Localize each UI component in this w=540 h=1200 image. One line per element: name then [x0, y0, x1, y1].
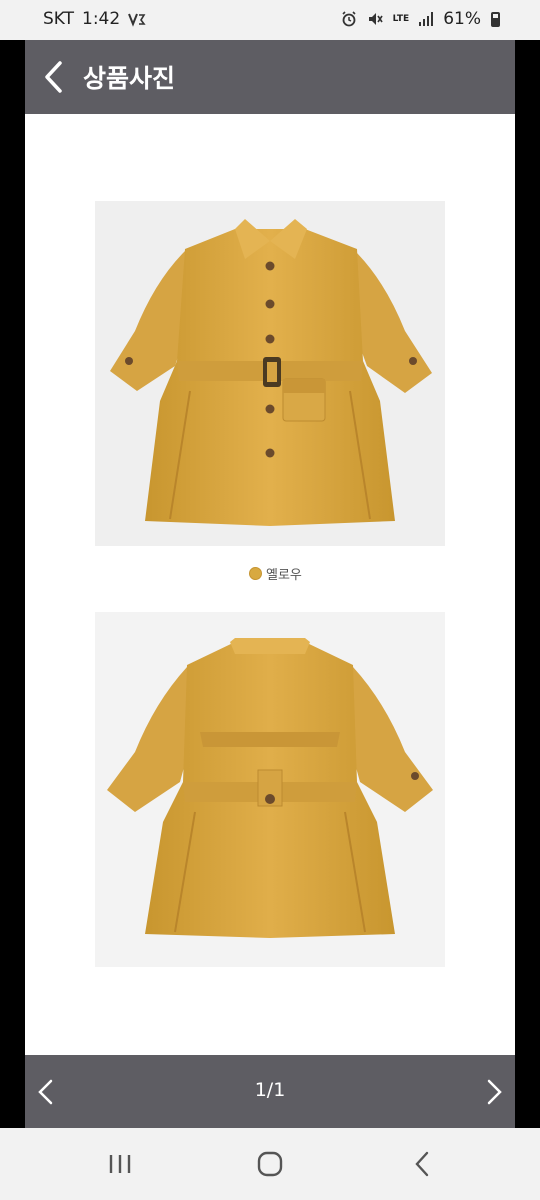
lte-label: LTE	[392, 13, 410, 24]
back-icon	[415, 1151, 429, 1177]
photo-viewer[interactable]: 옐로우	[25, 114, 515, 1055]
status-right: LTE 61%	[341, 9, 500, 29]
alarm-icon	[341, 11, 357, 27]
battery-icon	[491, 11, 500, 27]
photo-pager: 1/1	[25, 1055, 515, 1128]
home-icon	[257, 1151, 283, 1177]
color-option: 옐로우	[249, 564, 302, 583]
product-photo-front	[95, 201, 445, 546]
clock-label: 1:42	[82, 9, 121, 29]
recents-icon	[109, 1155, 131, 1173]
system-back-button[interactable]	[392, 1146, 452, 1182]
right-margin	[515, 40, 540, 1128]
battery-percent: 61%	[443, 9, 481, 29]
chevron-left-icon	[45, 61, 62, 93]
back-button[interactable]	[29, 40, 77, 114]
system-nav-bar	[0, 1128, 540, 1200]
signal-icon	[419, 12, 434, 26]
product-photo-back	[95, 612, 445, 967]
status-bar: SKT 1:42 LTE 61%	[0, 0, 540, 40]
chevron-right-icon	[487, 1079, 502, 1104]
left-margin	[0, 40, 25, 1128]
page-title: 상품사진	[83, 64, 176, 93]
color-swatch	[249, 567, 262, 580]
volte-icon	[128, 11, 146, 27]
color-label: 옐로우	[266, 568, 302, 583]
app-header: 상품사진	[25, 40, 515, 114]
home-button[interactable]	[240, 1146, 300, 1182]
carrier-label: SKT	[43, 9, 75, 29]
page-counter: 1/1	[254, 1079, 286, 1101]
recents-button[interactable]	[90, 1146, 150, 1182]
status-left: SKT 1:42	[43, 9, 146, 29]
next-photo-button[interactable]	[475, 1055, 515, 1128]
mute-icon	[367, 11, 383, 27]
